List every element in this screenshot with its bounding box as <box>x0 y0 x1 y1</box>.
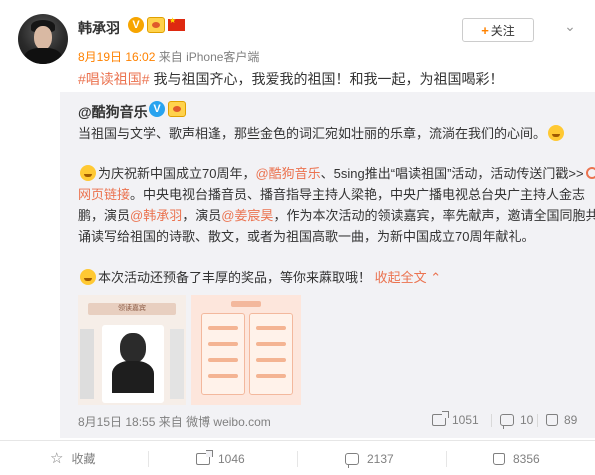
repost-line-2: 为庆祝新中国成立70周年，@酷狗音乐、5sing推出“唱读祖国”活动，活动传送门… <box>78 163 595 182</box>
repost-share-count: 1051 <box>452 413 479 427</box>
favorite-label: 收藏 <box>71 452 96 466</box>
post-text: #唱读祖国# 我与祖国齐心，我爱我的祖国！和我一起，为祖国喝彩！ <box>78 69 503 89</box>
chevron-down-icon[interactable]: ⌄ <box>562 18 578 34</box>
user-level-icon <box>147 17 165 33</box>
thumbs-up-icon <box>546 414 558 426</box>
repost-line-1: 当祖国与文学、歌声相逢，那些金色的词汇宛如壮丽的乐章，流淌在我们的心间。 <box>78 123 566 142</box>
repost-comment-button[interactable]: 10 <box>500 413 534 429</box>
repost-meta: 8月15日 18:55 来自 微博 weibo.com <box>78 413 271 430</box>
image-title: 领读嘉宾 <box>118 305 146 312</box>
repost-text: ，演员 <box>182 208 222 223</box>
post-body: 我与祖国齐心，我爱我的祖国！和我一起，为祖国喝彩！ <box>149 71 504 87</box>
comment-count: 2137 <box>367 451 394 466</box>
web-link[interactable]: 网页链接 <box>78 187 130 202</box>
mention-link[interactable]: @韩承羽 <box>130 208 182 223</box>
emoji-icon <box>548 125 565 141</box>
emoji-icon <box>80 165 96 181</box>
verified-badge-icon: V <box>128 17 144 33</box>
repost-author[interactable]: @酷狗音乐 <box>78 102 148 122</box>
author-name[interactable]: 韩承羽 <box>78 18 120 38</box>
post-source: 来自 iPhone客户端 <box>158 50 260 64</box>
share-icon <box>432 411 449 426</box>
weibo-post-card: 韩承羽 V + 关注 ⌄ 8月19日 16:02 来自 iPhone客户端 #唱… <box>0 0 595 475</box>
verified-badge-icon: V <box>149 101 165 117</box>
repost-image-2[interactable] <box>191 295 301 405</box>
repost-text: 鹏，演员 <box>78 208 131 223</box>
repost-source: 来自 微博 weibo.com <box>158 415 271 429</box>
like-count: 8356 <box>513 451 540 466</box>
plus-icon: + <box>481 22 489 38</box>
share-icon <box>196 449 213 465</box>
repost-time[interactable]: 8月15日 18:55 <box>78 415 155 429</box>
repost-text: 本次活动还预备了丰厚的奖品，等你来蔴取哦！ <box>98 270 372 285</box>
action-bar: ☆ 收藏 1046 2137 8356 <box>0 440 595 475</box>
like-button[interactable]: 8356 <box>493 441 540 475</box>
star-icon: ☆ <box>50 450 64 467</box>
china-flag-icon <box>168 16 185 31</box>
repost-line-5: 诵读写给祖国的诗歌、散文，或者为祖国高歌一曲，为新中国成立70周年献礼。 <box>78 229 535 244</box>
repost-line-6: 本次活动还预备了丰厚的奖品，等你来蔴取哦！ 收起全文 ⌃ <box>78 267 441 286</box>
mention-link[interactable]: @姜宸昊 <box>221 208 273 223</box>
comment-button[interactable]: 2137 <box>345 441 394 475</box>
hashtag-link[interactable]: #唱读祖国# <box>78 71 150 87</box>
post-time[interactable]: 8月19日 16:02 <box>78 50 155 64</box>
repost-line-4: 鹏，演员@韩承羽，演员@姜宸昊，作为本次活动的领读嘉宾，率先献声，邀请全国同胞共… <box>78 205 595 224</box>
repost-like-count: 89 <box>564 413 578 427</box>
repost-comment-count: 10 <box>520 413 534 427</box>
comment-icon <box>500 414 514 429</box>
repost-text: 为庆祝新中国成立70周年， <box>98 166 256 181</box>
follow-button[interactable]: + 关注 <box>462 18 534 42</box>
repost-text: ，作为本次活动的领读嘉宾，率先献声，邀请全国同胞共同 <box>273 208 595 223</box>
mention-link[interactable]: @酷狗音乐 <box>255 166 320 181</box>
repost-line-3: 网页链接。中央电视台播音员、播音指导主持人梁艳，中央广播电视总台央广主持人金志 <box>78 184 585 203</box>
repost-share-button[interactable]: 1051 <box>432 411 479 427</box>
repost-text: 。中央电视台播音员、播音指导主持人梁艳，中央广播电视总台央广主持人金志 <box>130 187 586 202</box>
repost-image-1[interactable]: 领读嘉宾 <box>78 295 186 405</box>
user-level-icon <box>168 101 186 117</box>
repost-box: @酷狗音乐 V 当祖国与文学、歌声相逢，那些金色的词汇宛如壮丽的乐章，流淌在我们… <box>60 92 595 438</box>
thumbs-up-icon <box>493 452 505 465</box>
collapse-text-link[interactable]: 收起全文 ⌃ <box>375 270 442 285</box>
share-button[interactable]: 1046 <box>196 441 245 475</box>
emoji-icon <box>80 269 96 285</box>
link-icon <box>583 164 595 182</box>
comment-icon <box>345 452 359 468</box>
author-avatar[interactable] <box>18 14 68 64</box>
repost-text: 、5sing推出“唱读祖国”活动，活动传送门戳>> <box>320 166 584 181</box>
repost-text: 当祖国与文学、歌声相逢，那些金色的词汇宛如壮丽的乐章，流淌在我们的心间。 <box>78 126 547 141</box>
share-count: 1046 <box>218 451 245 466</box>
repost-like-button[interactable]: 89 <box>546 413 577 427</box>
favorite-button[interactable]: ☆ 收藏 <box>50 441 95 475</box>
post-meta: 8月19日 16:02 来自 iPhone客户端 <box>78 48 259 65</box>
follow-label: 关注 <box>490 23 515 38</box>
